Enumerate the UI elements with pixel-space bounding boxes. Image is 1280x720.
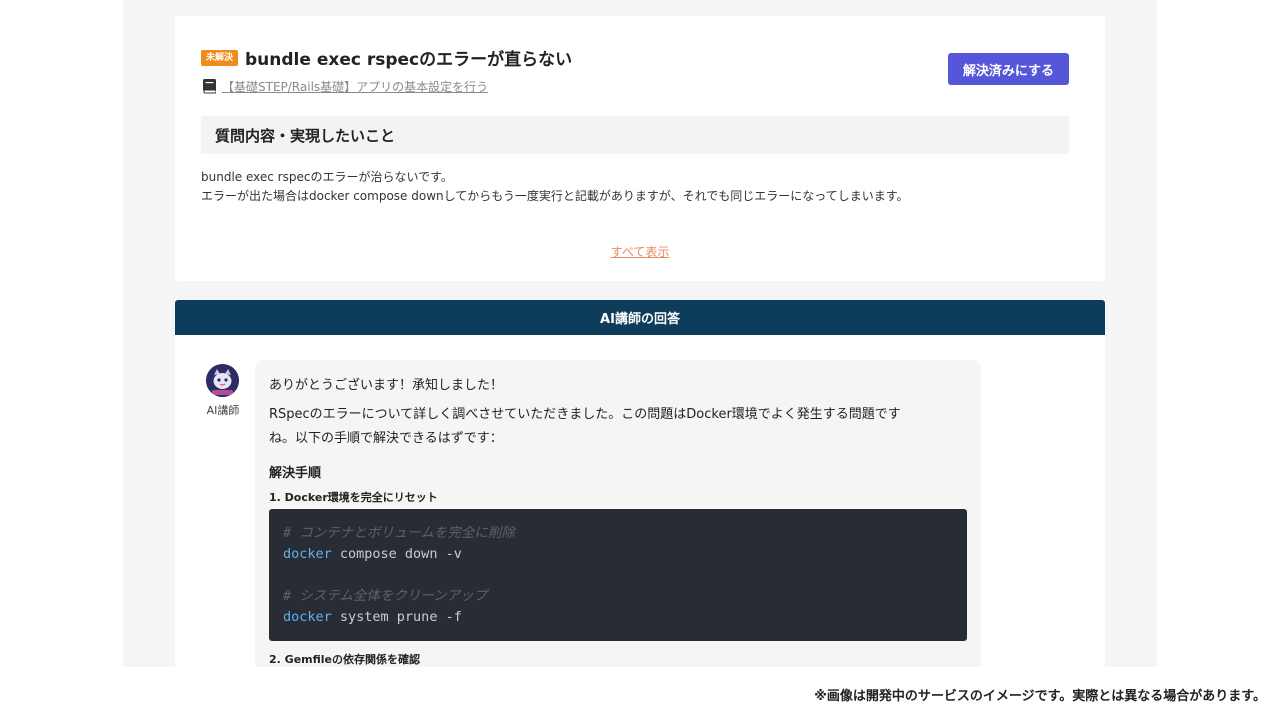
answer-intro-line: RSpecのエラーについて詳しく調べさせていただきました。この問題はDocker… [269,407,901,422]
ai-cat-avatar-icon [206,364,239,397]
question-body-line: エラーが出た場合はdocker compose downしてからもう一度実行と記… [201,189,909,203]
answer-author: AI講師 [206,404,240,417]
book-icon [203,79,217,94]
answer-card: AI講師の回答 AI講師 ありがとうございます！承知しました！ RSpecのエラ… [175,300,1105,667]
code-command: docker [283,609,332,625]
question-body-line: bundle exec rspecのエラーが治らないです。 [201,170,453,184]
lesson-link-row[interactable]: 【基礎STEP/Rails基礎】アプリの基本設定を行う [203,78,488,95]
content-area: 未解決 bundle exec rspecのエラーが直らない 【基礎STEP/R… [123,0,1157,667]
code-args: compose down -v [331,546,462,562]
code-comment: # システム全体をクリーンアップ [283,588,488,604]
status-badge: 未解決 [201,49,239,66]
answer-header: AI講師の回答 [175,300,1105,335]
question-title: bundle exec rspecのエラーが直らない [245,50,573,70]
code-args: system prune -f [331,609,462,625]
answer-bubble: ありがとうございます！承知しました！ RSpecのエラーについて詳しく調べさせて… [255,360,981,667]
question-card: 未解決 bundle exec rspecのエラーが直らない 【基礎STEP/R… [175,16,1105,281]
question-body: bundle exec rspecのエラーが治らないです。 エラーが出た場合はd… [201,168,909,206]
answer-intro-line: ね。以下の手順で解決できるはずです： [269,431,503,446]
answer-greeting: ありがとうございます！承知しました！ [269,378,504,393]
code-line: docker system prune -f [283,607,953,628]
code-block: # コンテナとボリュームを完全に削除 docker compose down -… [269,509,967,641]
disclaimer-text: ※画像は開発中のサービスのイメージです。実際とは異なる場合があります。 [814,689,1266,704]
lesson-link[interactable]: 【基礎STEP/Rails基礎】アプリの基本設定を行う [222,78,488,95]
code-command: docker [283,546,332,562]
question-section-heading: 質問内容・実現したいこと [201,116,1069,154]
code-comment: # コンテナとボリュームを完全に削除 [283,525,515,541]
step-heading: 2. Gemfileの依存関係を確認 [269,653,420,666]
show-all-link[interactable]: すべて表示 [175,243,1105,260]
mark-resolved-button[interactable]: 解決済みにする [948,53,1069,85]
steps-heading: 解決手順 [269,466,322,481]
question-title-row: 未解決 bundle exec rspecのエラーが直らない [201,45,572,70]
step-heading: 1. Docker環境を完全にリセット [269,491,438,504]
code-line: docker compose down -v [283,544,953,565]
